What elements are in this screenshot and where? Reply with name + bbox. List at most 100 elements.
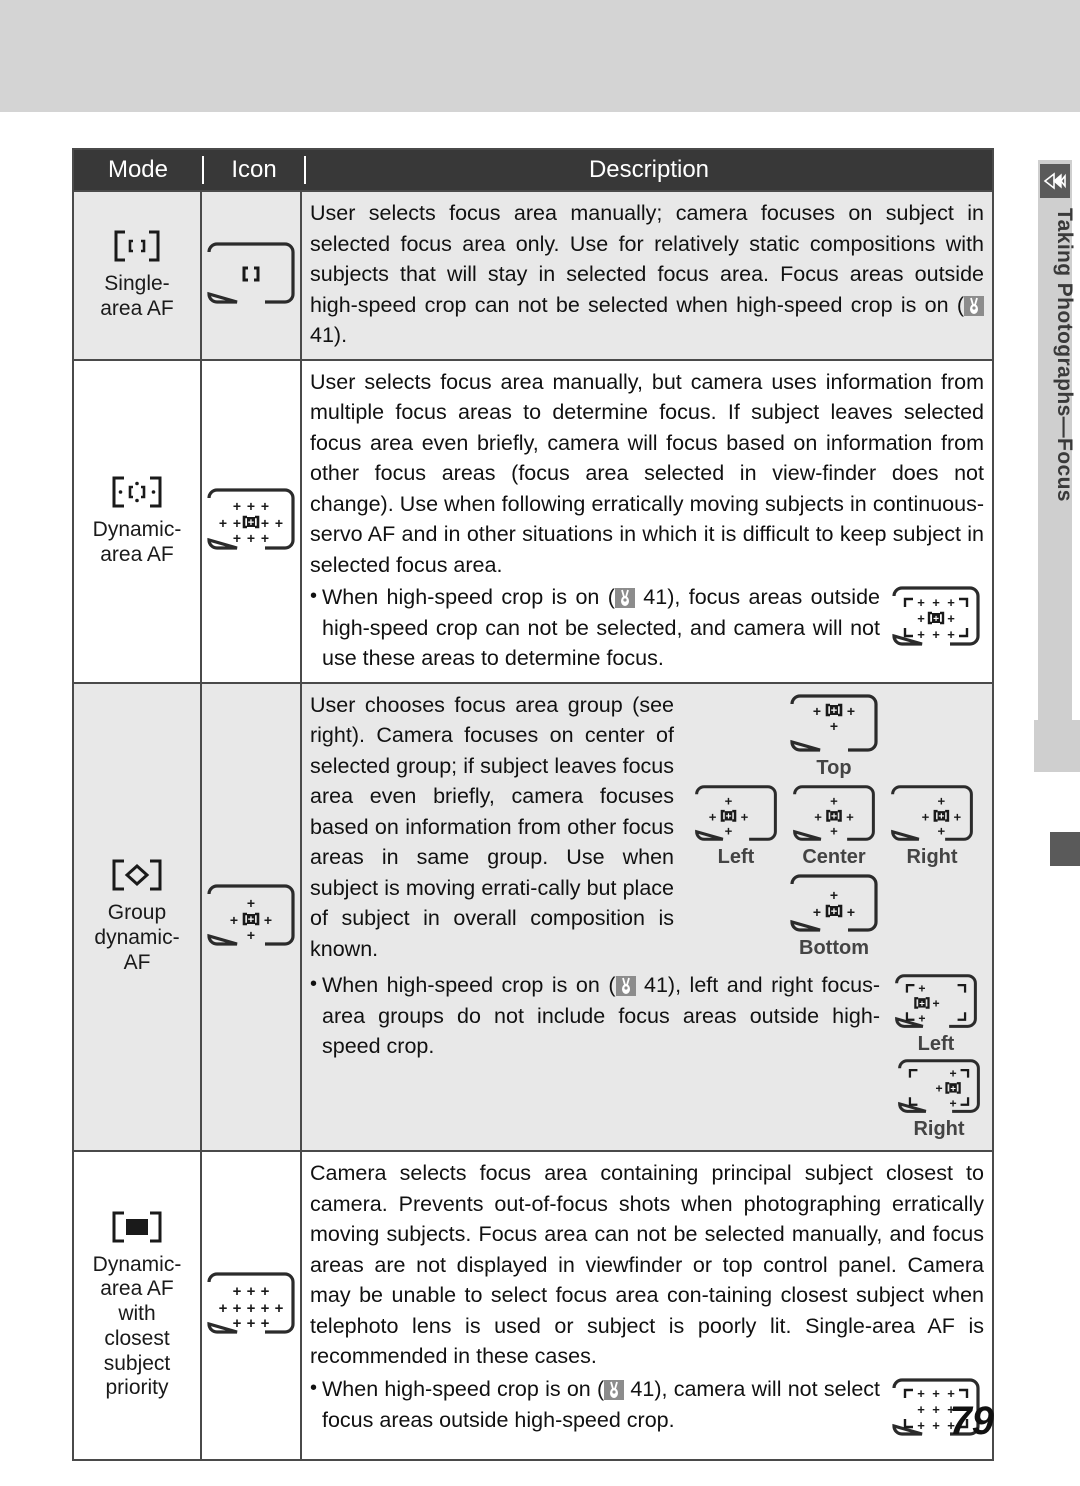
mode-cell-dynamic-area-af: Dynamic- area AF: [74, 360, 202, 682]
svg-text:+: +: [261, 515, 269, 531]
svg-text:+: +: [917, 1418, 925, 1433]
crop-group-figures: + + + + Left + + + + Right: [888, 970, 984, 1140]
table-header-row: Mode Icon Description: [74, 150, 992, 190]
single-area-af-glyph: [111, 229, 163, 268]
svg-text:+: +: [741, 809, 749, 824]
svg-text:+: +: [932, 627, 940, 642]
svg-text:+: +: [847, 904, 855, 920]
svg-text:+: +: [233, 1315, 242, 1332]
bullet-dot: •: [310, 585, 318, 608]
svg-text:+: +: [725, 823, 733, 838]
svg-text:+: +: [935, 1082, 942, 1096]
svg-text:+: +: [919, 999, 925, 1009]
svg-text:+: +: [247, 927, 255, 943]
figure-caption: Left: [717, 845, 755, 868]
viewfinder-group-center-icon: + + + + +: [203, 880, 299, 955]
svg-text:+: +: [261, 1315, 270, 1332]
svg-text:+: +: [950, 1084, 956, 1094]
figure-group-top: + + + + Top: [786, 690, 882, 779]
selected-focus-point: +: [242, 515, 260, 529]
svg-text:+: +: [248, 517, 254, 529]
svg-text:+: +: [932, 997, 939, 1011]
page-top-band: [0, 0, 1080, 112]
group-dynamic-af-glyph: [109, 858, 165, 897]
svg-text:+: +: [814, 809, 822, 824]
svg-text:+: +: [847, 703, 855, 719]
description-text: + + + + Top + + + + + Left + + + + + Cen…: [310, 690, 984, 1143]
manual-reference: [615, 976, 636, 997]
table-row: Dynamic- area AF + + + + + + + + + + + U…: [74, 358, 992, 682]
icon-cell-single-area-af: [202, 192, 302, 359]
figure-group-right: + + + + + Right: [887, 781, 977, 868]
column-header-mode: Mode: [74, 156, 204, 184]
figure-caption: Center: [802, 845, 866, 868]
icon-cell-group-dynamic-af: + + + + +: [202, 683, 302, 1151]
bullet-dot: •: [310, 973, 318, 996]
description-text: User selects focus area manually; camera…: [310, 201, 984, 348]
svg-text:+: +: [947, 627, 955, 642]
figure-group-left: + + + + + Left: [691, 781, 781, 868]
svg-text:+: +: [917, 1402, 925, 1417]
svg-text:+: +: [831, 705, 837, 717]
mode-label: Single- area AF: [100, 272, 174, 320]
svg-text:+: +: [918, 1012, 925, 1026]
description-cell-group-dynamic-af: + + + + Top + + + + + Left + + + + + Cen…: [302, 683, 992, 1151]
svg-text:+: +: [938, 823, 946, 838]
figure-caption: Top: [816, 756, 852, 779]
table-row: Dynamic- area AF with closest subject pr…: [74, 1150, 992, 1459]
bullet-text: + + + + + + + + + When high-speed crop is on (…: [322, 1374, 984, 1451]
svg-text:+: +: [950, 1067, 957, 1081]
svg-text:+: +: [275, 1300, 284, 1317]
svg-text:+: +: [233, 498, 241, 514]
svg-text:+: +: [830, 887, 838, 903]
svg-text:+: +: [917, 611, 925, 626]
camera-playback-icon: [1040, 164, 1070, 198]
svg-text:+: +: [932, 595, 940, 610]
mode-label: Dynamic- area AF with closest subject pr…: [92, 1252, 182, 1400]
closest-subject-priority-glyph: [109, 1210, 165, 1249]
manual-reference: [614, 588, 635, 609]
manual-reference: [604, 1379, 625, 1400]
figure-caption: Right: [906, 845, 958, 868]
bullet-text: + + + + + + + + + When high-speed crop is on: [322, 582, 984, 674]
svg-text:+: +: [830, 718, 838, 734]
section-rail: Taking Photographs—Focus: [1034, 112, 1080, 1486]
svg-text:+: +: [219, 1300, 228, 1317]
mode-cell-closest-subject-priority: Dynamic- area AF with closest subject pr…: [74, 1152, 202, 1459]
svg-text:+: +: [932, 1418, 940, 1433]
column-header-icon: Icon: [204, 156, 306, 184]
svg-text:+: +: [261, 498, 269, 514]
icon-cell-closest-subject-priority: + + + + + + + + + + +: [202, 1152, 302, 1459]
svg-text:+: +: [261, 530, 269, 546]
description-text: User selects focus area manually, but ca…: [310, 367, 984, 674]
svg-text:+: +: [813, 904, 821, 920]
svg-text:+: +: [933, 614, 939, 625]
icon-cell-dynamic-area-af: + + + + + + + + + + +: [202, 360, 302, 682]
figure-caption: Bottom: [799, 936, 869, 959]
svg-text:+: +: [932, 1386, 940, 1401]
svg-text:+: +: [830, 793, 838, 808]
bullet-text: + + + + Left + + + + Right When high-spe…: [322, 970, 984, 1142]
svg-text:+: +: [233, 530, 241, 546]
mode-cell-single-area-af: Single- area AF: [74, 192, 202, 359]
bullet-item: • + + + + Left + + + + Right When high-s…: [310, 970, 984, 1142]
figure-crop-group-left: + + + + Left: [891, 970, 981, 1055]
svg-text:+: +: [247, 895, 255, 911]
description-cell-single-area-af: User selects focus area manually; camera…: [302, 192, 992, 359]
figure-group-bottom: + + + + Bottom: [786, 870, 882, 959]
group-position-figures: + + + + Top + + + + + Left + + + + + Cen…: [684, 690, 984, 959]
svg-text:+: +: [917, 1386, 925, 1401]
svg-text:+: +: [247, 498, 255, 514]
description-cell-dynamic-area-af: User selects focus area manually, but ca…: [302, 360, 992, 682]
svg-text:+: +: [725, 811, 731, 822]
viewfinder-crop-eleven-points-icon: + + + + + + + + +: [888, 582, 984, 659]
svg-text:+: +: [264, 912, 272, 928]
svg-text:+: +: [725, 793, 733, 808]
bullet-item: • + + + + + + + + + When high-speed crop…: [310, 1374, 984, 1451]
description-cell-closest-subject-priority: Camera selects focus area containing pri…: [302, 1152, 992, 1459]
rail-section-label: Taking Photographs—Focus: [1053, 208, 1076, 502]
svg-text:+: +: [247, 1315, 256, 1332]
viewfinder-eleven-points-plain-icon: + + + + + + + + + + +: [203, 1268, 299, 1343]
svg-text:+: +: [230, 912, 238, 928]
svg-text:+: +: [938, 811, 944, 822]
